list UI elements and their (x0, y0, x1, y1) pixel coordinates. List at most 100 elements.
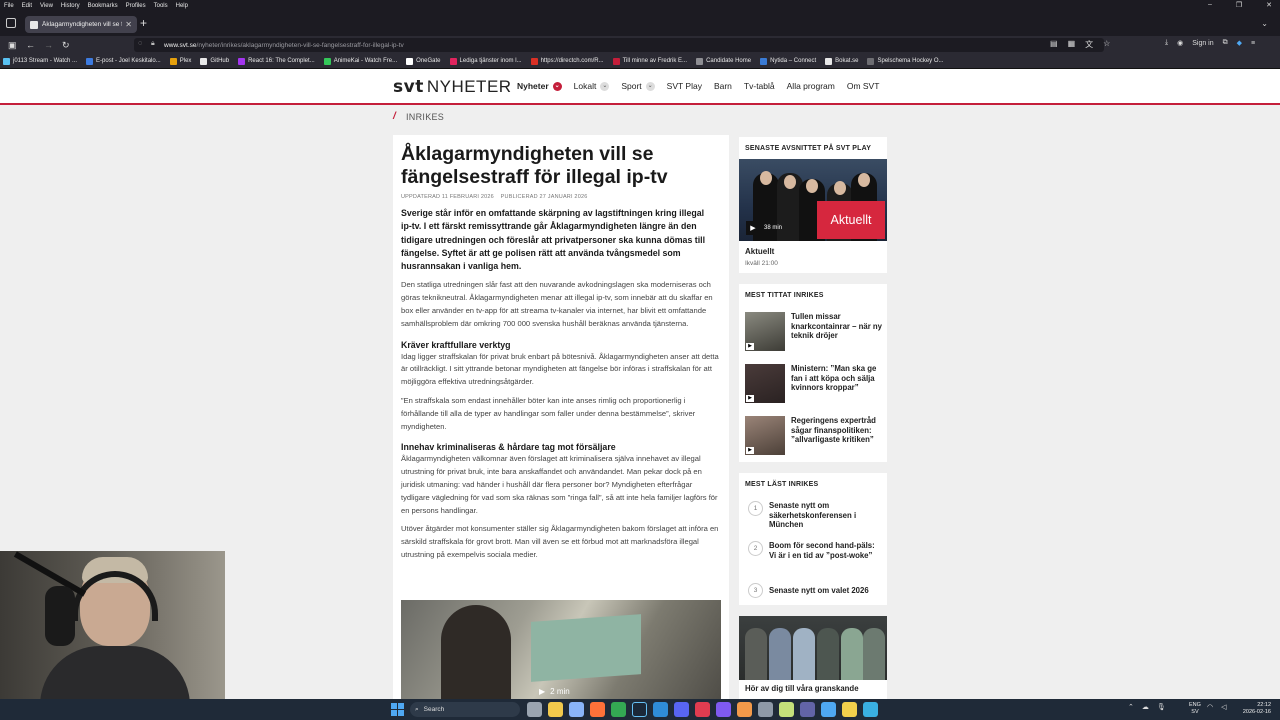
teams-icon[interactable] (800, 702, 815, 717)
volume-icon[interactable]: ◁ (1221, 703, 1226, 711)
app-menu-icon[interactable]: ≡ (1251, 40, 1255, 47)
bookmark-label: Spelschema Hockey O... (877, 58, 944, 64)
discord-icon[interactable] (674, 702, 689, 717)
nav-item[interactable]: Alla program (787, 81, 835, 91)
bookmark-item[interactable]: Spelschema Hockey O... (867, 57, 944, 65)
play-duration: 38 min (764, 225, 783, 231)
picture-icon[interactable]: ▦ (1068, 39, 1076, 50)
play-show-title[interactable]: Aktuellt (745, 247, 774, 256)
list-item[interactable]: ▶ Ministern: ”Man ska ge fan i att köpa … (745, 364, 885, 408)
menu-file[interactable]: File (4, 3, 14, 9)
list-tabs-icon[interactable]: ⌄ (1261, 19, 1268, 28)
wifi-icon[interactable]: ◠ (1207, 703, 1213, 711)
video-play-badge[interactable]: ▶ 2 min (539, 687, 570, 696)
list-item[interactable]: ▶ Regeringens expertråd sågar finanspoli… (745, 416, 885, 460)
sign-in-button[interactable]: Sign in (1192, 40, 1213, 47)
browser-tab-active[interactable]: Åklagarmyndigheten vill se fäng ✕ (25, 16, 137, 33)
app-icon-green[interactable] (779, 702, 794, 717)
nav-item[interactable]: Om SVT (847, 81, 880, 91)
new-tab-icon[interactable]: + (140, 17, 147, 29)
svt-nyheter-logo[interactable]: svt NYHETER (393, 77, 512, 97)
lock-icon[interactable]: 🔒︎ (151, 40, 155, 48)
chevron-down-icon[interactable]: ⌄ (600, 81, 610, 91)
bookmark-item[interactable]: Lediga tjänster inom l... (449, 57, 522, 65)
bookmark-label: OneGate (416, 58, 441, 64)
bookmark-item[interactable]: Nytida – Connect (760, 57, 816, 65)
forward-icon[interactable]: → (44, 39, 53, 51)
nav-item[interactable]: SVT Play (667, 81, 702, 91)
url-bar[interactable]: ◌ 🔒︎ www.svt.se /nyheter/inrikes/aklagar… (134, 38, 1104, 52)
section-label[interactable]: INRIKES (406, 112, 444, 122)
file-explorer-icon[interactable] (548, 702, 563, 717)
list-item[interactable]: ▶ Tullen missar knarkcontainrar – när ny… (745, 312, 885, 356)
svt-play-card[interactable]: SENASTE AVSNITTET PÅ SVT PLAY Aktuellt ▶… (739, 137, 887, 273)
bookmark-item[interactable]: React 16: The Complet... (238, 57, 315, 65)
extensions-icon[interactable]: ⧉ (1223, 39, 1228, 47)
task-view-icon[interactable] (527, 702, 542, 717)
play-thumbnail[interactable]: Aktuellt ▶ 38 min (739, 159, 887, 241)
chevron-down-icon[interactable]: ⌄ (645, 81, 655, 91)
bookmark-item[interactable]: Till minne av Fredrik E... (612, 57, 687, 65)
bookmark-item[interactable]: j0113 Stream - Watch ... (3, 57, 77, 65)
bookmark-item[interactable]: Bokat.se (825, 57, 858, 65)
vscode-icon[interactable] (653, 702, 668, 717)
language-indicator[interactable]: ENG SV (1189, 702, 1201, 716)
bookmark-item[interactable]: Plex (169, 57, 191, 65)
nav-item[interactable]: Barn (714, 81, 732, 91)
sidebar-toggle-icon[interactable] (6, 18, 16, 28)
article-video[interactable]: ▶ 2 min (401, 600, 721, 700)
restore-icon[interactable]: ❐ (1236, 1, 1242, 9)
bookmark-star-icon[interactable]: ☆ (1103, 39, 1110, 50)
bookmark-item[interactable]: OneGate (406, 57, 441, 65)
menu-bookmarks[interactable]: Bookmarks (88, 3, 118, 9)
app-icon-cyan[interactable] (863, 702, 878, 717)
close-tab-icon[interactable]: ✕ (125, 20, 132, 29)
bookmark-item[interactable]: Candidate Home (696, 57, 751, 65)
bookmark-item[interactable]: GitHub (200, 57, 229, 65)
menu-tools[interactable]: Tools (154, 3, 168, 9)
firefox-icon[interactable] (590, 702, 605, 717)
reload-icon[interactable]: ↻ (62, 39, 70, 51)
app-icon-orange[interactable] (737, 702, 752, 717)
close-window-icon[interactable]: ✕ (1266, 1, 1272, 9)
chrome-icon[interactable] (611, 702, 626, 717)
app-icon-blue[interactable] (821, 702, 836, 717)
nav-item[interactable]: Sport ⌄ (621, 81, 655, 91)
app-icon-red[interactable] (695, 702, 710, 717)
aktuellt-logo: Aktuellt (817, 201, 885, 239)
taskbar-clock[interactable]: 22:12 2026-02-16 (1237, 702, 1271, 716)
account-icon[interactable]: ◉ (1177, 39, 1183, 47)
app-icon-purple[interactable] (716, 702, 731, 717)
promo-card[interactable]: Hör av dig till våra granskande (739, 616, 887, 700)
browser-icon[interactable] (569, 702, 584, 717)
nav-item[interactable]: Nyheter ⌄ (517, 81, 562, 91)
menu-help[interactable]: Help (176, 3, 188, 9)
bookmark-item[interactable]: https://directch.com/R... (530, 57, 604, 65)
sidebar-icon[interactable]: ▣ (8, 39, 17, 51)
minimize-icon[interactable]: – (1208, 1, 1212, 9)
menu-edit[interactable]: Edit (22, 3, 32, 9)
download-icon[interactable]: ⤓ (1165, 39, 1168, 47)
menu-view[interactable]: View (40, 3, 53, 9)
reader-view-icon[interactable]: ▤ (1050, 39, 1058, 50)
windows-start-icon[interactable] (391, 703, 404, 716)
bookmark-item[interactable]: AnimeKai - Watch Fre... (323, 57, 397, 65)
chevron-down-icon[interactable]: ⌄ (552, 81, 562, 91)
cloud-icon[interactable]: ☁ (1142, 703, 1149, 711)
extension-icon[interactable]: ◆ (1237, 39, 1242, 47)
mic-icon[interactable]: 🎙︎ (1157, 703, 1166, 711)
menu-history[interactable]: History (61, 3, 80, 9)
app-icon-yellow[interactable] (842, 702, 857, 717)
bookmark-item[interactable]: E-post - Joel Keskitalo... (86, 57, 161, 65)
shield-icon[interactable]: ◌ (138, 40, 142, 47)
back-icon[interactable]: ← (26, 39, 35, 51)
published-date: PUBLICERAD 27 JANUARI 2026 (500, 194, 588, 200)
app-icon-grey[interactable] (758, 702, 773, 717)
nav-item[interactable]: Lokalt ⌄ (574, 81, 610, 91)
nav-item[interactable]: Tv-tablå (744, 81, 775, 91)
taskbar-search[interactable]: ⌕ Search (410, 702, 520, 717)
menu-profiles[interactable]: Profiles (126, 3, 146, 9)
steam-icon[interactable] (632, 702, 647, 717)
tray-chevron-icon[interactable]: ⌃ (1128, 703, 1134, 711)
translate-icon[interactable]: 文 (1085, 39, 1093, 50)
